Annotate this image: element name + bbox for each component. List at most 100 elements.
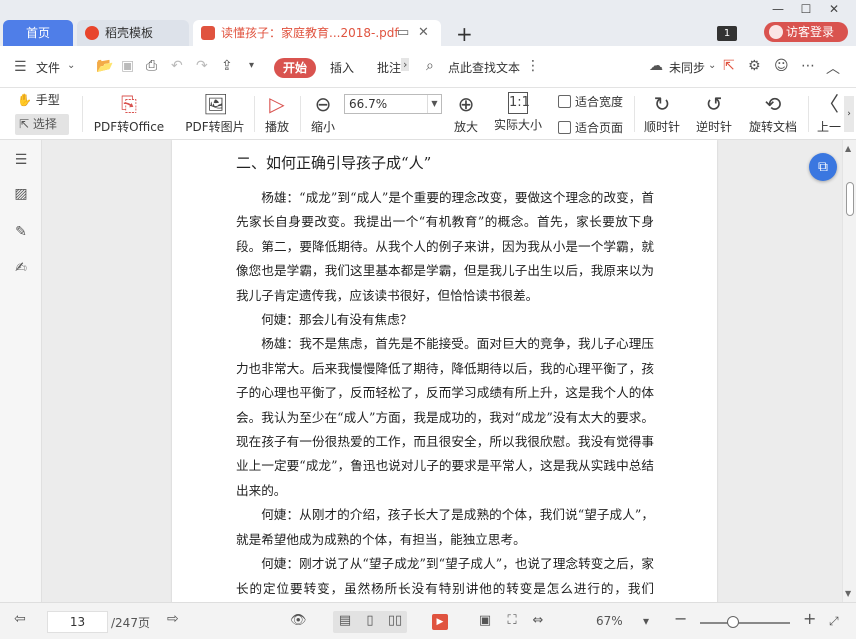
zoom-in-icon: ⊕ bbox=[457, 92, 475, 116]
actual-size-button[interactable]: 1:1 实际大小 bbox=[491, 88, 545, 140]
menu-start[interactable]: 开始 bbox=[274, 58, 316, 78]
print-icon[interactable]: ⎙ bbox=[146, 58, 157, 74]
cursor-icon: ⇱ bbox=[19, 117, 30, 131]
paragraph: 何婕：从刚才的介绍，孩子长大了是成熟的个体，我们说“望子成人”，就是希望他成为成… bbox=[236, 507, 654, 547]
more-vertical-icon[interactable]: ⋮ bbox=[526, 58, 540, 74]
tab-template[interactable]: 稻壳模板 bbox=[77, 20, 189, 46]
previous-page-button[interactable]: 〈 上一 bbox=[814, 88, 844, 140]
new-tab-button[interactable]: + bbox=[456, 22, 473, 46]
slideshow-icon[interactable]: ▶ bbox=[432, 614, 448, 630]
actual-size-status-icon[interactable]: ▣ bbox=[477, 613, 493, 629]
rotate-counterclockwise-button[interactable]: ↺ 逆时针 bbox=[694, 88, 734, 140]
outline-icon[interactable]: ☰ bbox=[13, 152, 29, 168]
continuous-view-icon[interactable]: ▯ bbox=[362, 613, 378, 629]
rotate-document-icon: ⟲ bbox=[764, 92, 782, 116]
zoom-select[interactable]: 66.7% ▼ bbox=[344, 94, 442, 114]
sync-status[interactable]: 未同步 bbox=[669, 59, 705, 76]
search-text[interactable]: 点此查找文本 bbox=[448, 59, 520, 76]
redo-icon[interactable]: ↷ bbox=[196, 58, 208, 74]
fit-page-label: 适合页面 bbox=[575, 121, 624, 135]
pdf-to-image-button[interactable]: 🖼 PDF转图片 bbox=[182, 88, 248, 140]
save-icon[interactable]: ▣ bbox=[121, 58, 134, 74]
tab-restore-icon[interactable]: ▭ bbox=[397, 20, 409, 46]
single-page-view-icon[interactable]: ▤ bbox=[337, 613, 353, 629]
close-window-icon[interactable]: ✕ bbox=[820, 2, 848, 16]
login-button[interactable]: 访客登录 bbox=[764, 22, 848, 42]
fit-width-label: 适合宽度 bbox=[575, 95, 624, 109]
zoom-out-button[interactable]: ⊖ 缩小 bbox=[306, 88, 340, 140]
next-page-icon[interactable]: ⇨ bbox=[167, 611, 179, 627]
rotate-clockwise-button[interactable]: ↻ 顺时针 bbox=[642, 88, 682, 140]
annotation-icon[interactable]: ✎ bbox=[13, 224, 29, 240]
menu-bar: ☰ 文件 ⌄ 📂 ▣ ⎙ ↶ ↷ ⇪ ▾ 开始 插入 批注 › ⌕ 点此查找文本… bbox=[0, 46, 856, 88]
zoom-dropdown-status-icon[interactable]: ▾ bbox=[643, 614, 649, 628]
left-sidebar: ☰ ▨ ✎ ✍ bbox=[0, 140, 42, 602]
maximize-icon[interactable]: ☐ bbox=[792, 2, 820, 16]
menu-annotate[interactable]: 批注 bbox=[377, 59, 401, 76]
hamburger-icon[interactable]: ☰ bbox=[14, 59, 27, 75]
zoom-in-status-icon[interactable]: + bbox=[803, 609, 816, 628]
rotate-clockwise-icon: ↻ bbox=[653, 92, 671, 116]
minimize-icon[interactable]: — bbox=[764, 2, 792, 16]
tab-document-label: 读懂孩子：家庭教育...2018-.pdf bbox=[221, 26, 399, 40]
tab-home[interactable]: 首页 bbox=[3, 20, 73, 46]
paragraph: 杨雄：我不是焦虑，首先是不能接受。面对巨大的竞争，我儿子心理压力也非常大。后来我… bbox=[236, 336, 654, 498]
gear-icon[interactable]: ⚙ bbox=[748, 58, 761, 74]
page-number-input[interactable]: 13 bbox=[47, 611, 108, 633]
tab-document[interactable]: 读懂孩子：家庭教育...2018-.pdf ▭ ✕ bbox=[193, 20, 441, 46]
zoom-slider[interactable] bbox=[700, 616, 790, 628]
thumbnail-icon[interactable]: ▨ bbox=[13, 186, 29, 202]
chevron-down-icon[interactable]: ⌄ bbox=[67, 60, 75, 71]
sync-chevron-icon[interactable]: ⌄ bbox=[708, 60, 716, 71]
more-horizontal-icon[interactable]: ⋯ bbox=[801, 58, 815, 74]
page-body: 杨雄：“成龙”到“成人”是个重要的理念改变，要做这个理念的改变，首先家长自身要改… bbox=[236, 186, 654, 602]
collapse-ribbon-icon[interactable]: ︿ bbox=[826, 58, 840, 78]
rotate-document-button[interactable]: ⟲ 旋转文档 bbox=[746, 88, 800, 140]
zoom-in-button[interactable]: ⊕ 放大 bbox=[450, 88, 482, 140]
share-icon[interactable]: ⇱ bbox=[723, 58, 735, 74]
export-icon[interactable]: ⇪ bbox=[221, 58, 233, 74]
ribbon-scroll-right-icon[interactable]: › bbox=[844, 96, 854, 132]
two-page-view-icon[interactable]: ▯▯ bbox=[387, 613, 403, 629]
zoom-dropdown-icon[interactable]: ▼ bbox=[427, 95, 441, 113]
pdf-to-office-button[interactable]: ⎘ PDF转Office bbox=[88, 88, 170, 140]
scrollbar-thumb[interactable] bbox=[846, 182, 854, 216]
scroll-down-icon[interactable]: ▼ bbox=[845, 589, 851, 598]
hand-tool[interactable]: ✋ 手型 bbox=[17, 91, 60, 108]
hand-icon: ✋ bbox=[17, 93, 32, 107]
eye-icon[interactable]: 👁 bbox=[290, 613, 307, 629]
pdf-to-office-icon: ⎘ bbox=[121, 92, 137, 116]
previous-arrow-icon: 〈 bbox=[819, 92, 839, 116]
fit-width-status-icon[interactable]: ⇔ bbox=[530, 613, 546, 629]
more-dropdown-icon[interactable]: ▾ bbox=[249, 60, 254, 71]
cloud-sync-icon[interactable]: ☁ bbox=[649, 58, 663, 74]
divider bbox=[300, 96, 301, 132]
prev-page-icon[interactable]: ⇦ bbox=[14, 611, 26, 627]
open-folder-icon[interactable]: 📂 bbox=[96, 58, 113, 74]
menu-scroll-right-icon[interactable]: › bbox=[401, 58, 410, 71]
document-viewport[interactable]: 二、如何正确引导孩子成“人” 杨雄：“成龙”到“成人”是个重要的理念改变，要做这… bbox=[42, 140, 842, 602]
help-icon[interactable]: ☺ bbox=[774, 58, 789, 74]
login-label: 访客登录 bbox=[786, 25, 835, 39]
undo-icon[interactable]: ↶ bbox=[171, 58, 183, 74]
fit-page-button[interactable]: 适合页面 bbox=[558, 119, 623, 136]
fit-page-status-icon[interactable]: ⛶ bbox=[504, 613, 520, 629]
fullscreen-icon[interactable]: ⤢ bbox=[829, 614, 839, 629]
vertical-scrollbar[interactable]: ▲ ▼ bbox=[842, 140, 856, 602]
zoom-out-status-icon[interactable]: − bbox=[674, 609, 687, 628]
pdf-to-image-icon: 🖼 bbox=[203, 92, 229, 116]
tab-close-icon[interactable]: ✕ bbox=[418, 20, 429, 46]
zoom-slider-knob[interactable] bbox=[727, 616, 739, 628]
avatar-icon bbox=[769, 25, 783, 39]
play-button[interactable]: ▷ 播放 bbox=[260, 88, 294, 140]
scroll-up-icon[interactable]: ▲ bbox=[845, 144, 851, 153]
fit-width-button[interactable]: 适合宽度 bbox=[558, 93, 623, 110]
menu-file[interactable]: 文件 bbox=[36, 59, 60, 76]
floating-tool-icon[interactable]: ⧉ bbox=[809, 153, 837, 181]
select-tool[interactable]: ⇱ 选择 bbox=[15, 114, 69, 135]
menu-insert[interactable]: 插入 bbox=[330, 59, 354, 76]
search-icon[interactable]: ⌕ bbox=[426, 58, 434, 74]
signature-icon[interactable]: ✍ bbox=[13, 260, 29, 276]
divider bbox=[82, 96, 83, 132]
page-count-badge[interactable]: 1 bbox=[717, 26, 737, 41]
